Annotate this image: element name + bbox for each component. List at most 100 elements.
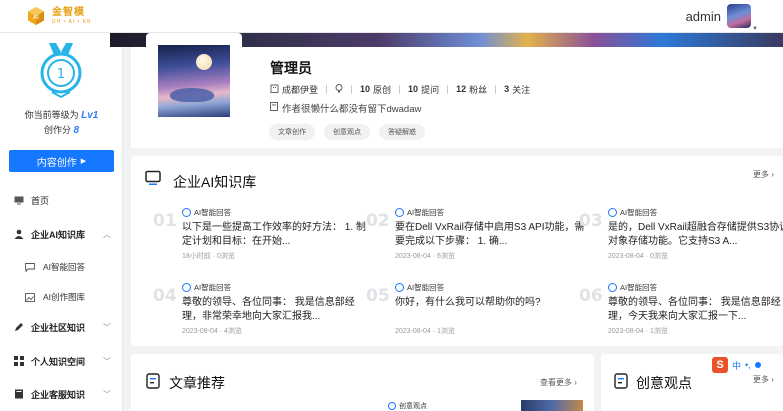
top-bar: AI 金智模 DH • AI • KB admin ▼	[0, 0, 783, 33]
microphone-icon[interactable]	[754, 362, 761, 368]
sidebar-item-ai-answer[interactable]: AI智能回答	[0, 257, 123, 277]
questions-count: 10	[408, 84, 419, 94]
sidebar-item-label: 企业客服知识	[31, 389, 86, 400]
level-text: 你当前等级为 Lv1	[0, 108, 123, 121]
sidebar-item-label: AI智能回答	[43, 262, 86, 272]
item-number: 04	[153, 286, 177, 306]
chevron-right-icon: ›	[771, 170, 774, 179]
chevron-up-icon: ︿	[103, 229, 111, 239]
follow-label: 关注	[512, 84, 531, 95]
divider	[351, 84, 353, 94]
score-value: 8	[73, 125, 80, 136]
user-icon	[13, 229, 24, 240]
divider	[399, 84, 401, 94]
user-menu[interactable]: admin ▼	[685, 4, 758, 32]
profile-name: 管理员	[270, 60, 312, 76]
ai-answer-badge: AI智能回答	[182, 282, 231, 293]
medal-level: 1	[57, 67, 65, 82]
ai-answer-badge: AI智能回答	[395, 282, 444, 293]
level-medal-icon: 1	[40, 43, 82, 99]
profile-avatar[interactable]	[158, 45, 230, 117]
tag-ideas[interactable]: 创意观点	[324, 124, 370, 140]
image-icon	[24, 292, 35, 303]
grid-icon	[13, 356, 24, 367]
fans-label: 粉丝	[469, 84, 488, 95]
avatar-whale	[170, 88, 214, 102]
item-number: 03	[579, 211, 603, 231]
sidebar-item-enterprise-ai-kb[interactable]: 企业AI知识库 ︿	[0, 224, 123, 244]
item-meta: 2023-08-04 · 4浏览	[182, 328, 242, 335]
username: admin	[685, 8, 721, 24]
item-number: 01	[153, 211, 177, 231]
sidebar-item-ai-gallery[interactable]: AI创作图库	[0, 287, 123, 307]
sidebar-item-home[interactable]: 首页	[0, 190, 123, 210]
recommend-more-link[interactable]: 查看更多 ›	[540, 377, 577, 388]
badge-label: AI智能回答	[194, 208, 232, 217]
originals-label: 原创	[373, 84, 392, 95]
sidebar-item-label: AI创作图库	[43, 292, 86, 302]
ai-badge-icon	[395, 283, 404, 292]
kb-title: 企业AI知识库	[173, 174, 257, 190]
kb-more-link[interactable]: 更多 ›	[753, 169, 774, 180]
idea-badge-icon	[388, 402, 396, 410]
user-avatar[interactable]	[727, 4, 751, 28]
ideas-more-link[interactable]: 更多 ›	[753, 374, 774, 385]
article-thumbnail[interactable]	[521, 400, 583, 411]
originals-count: 10	[360, 84, 371, 94]
ime-toolbar[interactable]: S 中 •,	[712, 357, 783, 373]
tag-article[interactable]: 文章创作	[269, 124, 315, 140]
ime-punctuation[interactable]: •,	[745, 360, 751, 370]
more-label: 更多	[753, 375, 769, 384]
badge-label: 创意观点	[399, 403, 427, 410]
item-number: 06	[579, 286, 603, 306]
sidebar-item-label: 企业社区知识	[31, 322, 86, 333]
ai-badge-icon	[608, 208, 617, 217]
badge-label: AI智能回答	[194, 283, 232, 292]
monitor-icon	[145, 170, 161, 185]
app-logo[interactable]: AI 金智模 DH • AI • KB	[26, 6, 91, 26]
more-label: 查看更多	[540, 378, 572, 387]
bio-text: 作者很懒什么都没有留下dwadaw	[282, 104, 422, 115]
more-label: 更多	[753, 170, 769, 179]
divider	[326, 84, 328, 94]
sogou-logo-icon[interactable]: S	[712, 357, 728, 373]
score-prefix: 创作分	[43, 125, 71, 135]
item-meta: 2023-08-04 · 0浏览	[608, 253, 668, 260]
sidebar-item-customer-service[interactable]: 企业客服知识 ﹀	[0, 384, 123, 404]
ai-answer-badge: AI智能回答	[608, 282, 657, 293]
chevron-right-icon: ›	[574, 378, 577, 387]
book-icon	[13, 389, 24, 400]
avatar-moon	[196, 54, 212, 70]
sidebar: 1 你当前等级为 Lv1 创作分 8 内容创作 ▶ 首页 企业AI知识库 ︿ A…	[0, 33, 123, 411]
logo-name: 金智模	[52, 6, 85, 18]
pen-icon	[13, 322, 24, 333]
item-text: 以下是一些提高工作效率的好方法： 1. 制定计划和目标：在开始...	[182, 222, 366, 247]
tag-qa[interactable]: 答疑解惑	[379, 124, 425, 140]
badge-label: AI智能回答	[407, 283, 445, 292]
sidebar-item-community[interactable]: 企业社区知识 ﹀	[0, 317, 123, 337]
note-icon	[270, 102, 278, 114]
item-meta: 2023-08-04 · 6浏览	[395, 253, 455, 260]
profile-stats: 成都伊登 10 原创 10 提问 12 粉丝 3 关注	[270, 82, 530, 96]
sidebar-item-personal-space[interactable]: 个人知识空间 ﹀	[0, 351, 123, 371]
item-text: 尊敬的领导、各位同事： 我是信息部经理，非常荣幸地向大家汇报我...	[182, 297, 355, 322]
fans-count: 12	[456, 84, 467, 94]
ai-answer-badge: AI智能回答	[608, 207, 657, 218]
item-text: 你好，有什么我可以帮助你的吗?	[395, 297, 541, 308]
ideas-title: 创意观点	[636, 375, 692, 391]
recommend-title: 文章推荐	[169, 375, 225, 391]
create-content-button[interactable]: 内容创作 ▶	[9, 150, 114, 172]
questions-label: 提问	[421, 84, 440, 95]
level-value: Lv1	[81, 110, 99, 121]
idea-badge: 创意观点	[388, 401, 427, 411]
monitor-icon	[13, 195, 24, 206]
chat-icon	[24, 262, 35, 273]
ai-badge-icon	[608, 283, 617, 292]
badge-label: AI智能回答	[620, 283, 658, 292]
chevron-down-icon: ﹀	[103, 356, 111, 366]
item-meta: 2023-08-04 · 1浏览	[608, 328, 668, 335]
profile-tags: 文章创作 创意观点 答疑解惑	[269, 124, 434, 140]
ime-language[interactable]: 中	[732, 359, 741, 372]
badge-label: AI智能回答	[620, 208, 658, 217]
svg-text:AI: AI	[33, 14, 39, 21]
